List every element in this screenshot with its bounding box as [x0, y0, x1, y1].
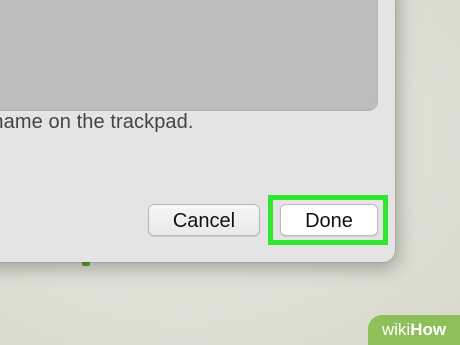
wikihow-watermark: wikiHow: [368, 315, 460, 345]
watermark-how: How: [410, 320, 447, 339]
signature-capture-area[interactable]: [0, 0, 378, 111]
cancel-button[interactable]: Cancel: [148, 204, 260, 236]
instruction-text: r name on the trackpad.: [0, 111, 194, 133]
done-button[interactable]: Done: [280, 204, 378, 236]
watermark-wiki: wiki: [381, 320, 411, 339]
